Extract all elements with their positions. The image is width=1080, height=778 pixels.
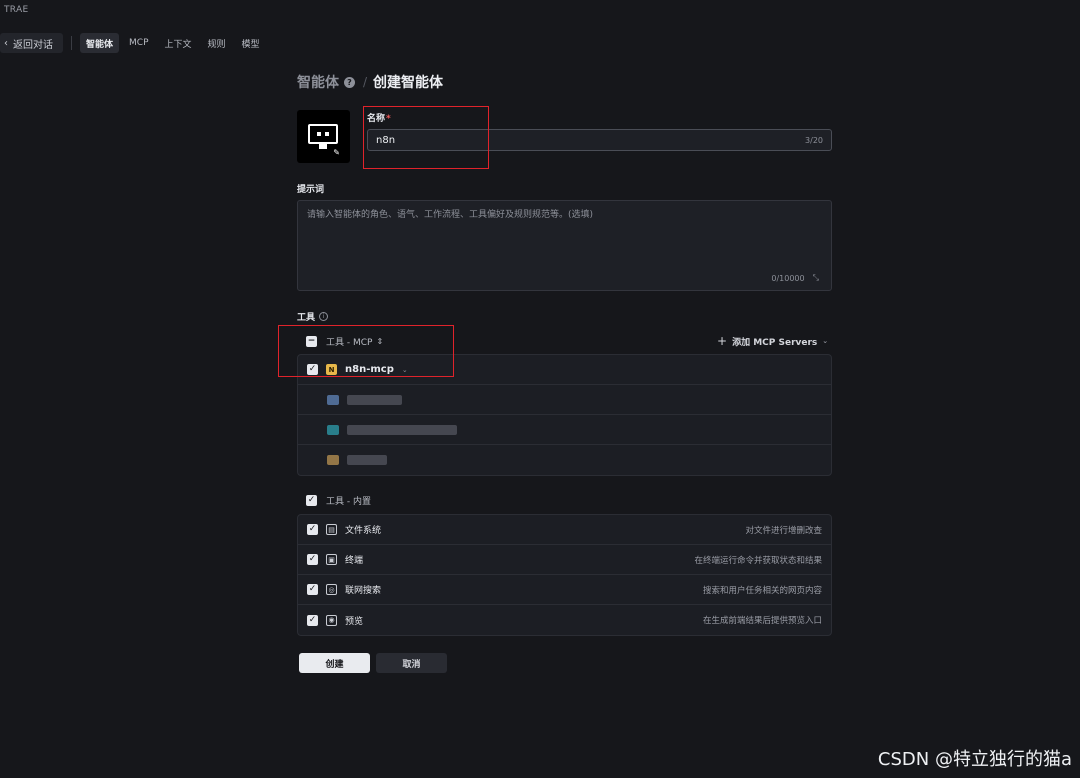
tool-name: 预览	[345, 616, 364, 627]
blurred-icon	[327, 424, 339, 435]
edit-icon: ✎	[333, 148, 340, 157]
back-label: 返回对话	[13, 39, 53, 51]
blurred-text	[347, 424, 457, 435]
tool-checkbox[interactable]: ✓	[307, 584, 318, 595]
tab-context[interactable]: 上下文	[159, 33, 198, 53]
nav-divider	[71, 36, 72, 50]
builtin-group-title: 工具 - 内置	[326, 497, 371, 507]
builtin-group-checkbox[interactable]: ✓	[306, 495, 317, 506]
tab-rules[interactable]: 规则	[202, 33, 232, 53]
prompt-placeholder: 请输入智能体的角色、语气、工作流程、工具偏好及规则规范等。(选填)	[307, 210, 594, 220]
tool-name: 终端	[345, 556, 364, 566]
tool-description: 对文件进行增删改查	[745, 525, 822, 536]
tab-models[interactable]: 模型	[236, 33, 266, 53]
blurred-text	[347, 394, 402, 405]
tool-description: 在生成前端结果后提供预览入口	[702, 616, 822, 626]
tab-agents[interactable]: 智能体	[80, 33, 120, 53]
list-item-blurred	[298, 385, 831, 415]
chevron-down-icon: ⌄	[822, 337, 829, 345]
tool-checkbox[interactable]: ✓	[307, 524, 318, 535]
cancel-button[interactable]: 取消	[376, 653, 447, 673]
blurred-text	[347, 455, 387, 465]
list-item[interactable]: ✓ ◎ 联网搜索 搜索和用户任务相关的网页内容	[298, 575, 831, 605]
list-item[interactable]: ✓ ▣ 终端 在终端运行命令并获取状态和结果	[298, 545, 831, 575]
file-icon: ▤	[326, 524, 337, 535]
app-brand: TRAE	[4, 5, 29, 15]
list-item-blurred	[298, 415, 831, 445]
builtin-tools-list: ✓ ▤ 文件系统 对文件进行增删改查 ✓ ▣ 终端 在终端运行命令并获取状态和结…	[297, 514, 832, 636]
tool-checkbox[interactable]: ✓	[307, 554, 318, 565]
robot-icon	[308, 124, 338, 144]
watermark: CSDN @特立独行的猫a	[877, 749, 1072, 770]
eye-icon: ◉	[326, 614, 337, 626]
page-title: 创建智能体	[373, 75, 444, 91]
list-item-blurred	[298, 445, 831, 475]
highlight-box-name	[363, 106, 489, 169]
top-nav: ‹ 返回对话 智能体 MCP 上下文 规则 模型	[0, 32, 270, 54]
chevron-left-icon: ‹	[4, 37, 8, 49]
breadcrumb-separator: /	[363, 75, 368, 89]
highlight-box-mcp	[278, 325, 454, 377]
create-button[interactable]: 创建	[299, 653, 370, 673]
expand-icon[interactable]: ⤡	[813, 273, 819, 283]
tool-checkbox[interactable]: ✓	[307, 614, 318, 626]
plus-icon: +	[717, 334, 728, 348]
breadcrumb-parent[interactable]: 智能体	[297, 72, 339, 92]
list-item[interactable]: ✓ ◉ 预览 在生成前端结果后提供预览入口	[298, 605, 831, 635]
blurred-icon	[327, 394, 339, 405]
breadcrumb: 智能体 ? / 创建智能体	[297, 72, 443, 92]
info-icon[interactable]: i	[319, 312, 329, 321]
builtin-group-header: ✓ 工具 - 内置	[306, 494, 371, 507]
back-to-chat-button[interactable]: ‹ 返回对话	[0, 33, 63, 53]
prompt-textarea[interactable]: 请输入智能体的角色、语气、工作流程、工具偏好及规则规范等。(选填) 0/1000…	[297, 200, 832, 291]
agent-avatar[interactable]: ✎	[297, 110, 350, 163]
tool-name: 文件系统	[345, 526, 382, 536]
help-icon[interactable]: ?	[344, 76, 355, 88]
tool-description: 在终端运行命令并获取状态和结果	[694, 555, 822, 566]
blurred-icon	[327, 455, 339, 465]
terminal-icon: ▣	[326, 554, 337, 565]
add-mcp-servers-button[interactable]: + 添加 MCP Servers ⌄	[717, 334, 828, 348]
prompt-label: 提示词	[297, 185, 325, 195]
globe-icon: ◎	[326, 584, 337, 595]
tab-mcp[interactable]: MCP	[123, 33, 154, 53]
prompt-counter: 0/10000	[771, 273, 805, 283]
tool-name: 联网搜索	[345, 586, 382, 596]
list-item[interactable]: ✓ ▤ 文件系统 对文件进行增删改查	[298, 515, 831, 545]
tools-label: 工具 i	[297, 310, 329, 323]
tool-description: 搜索和用户任务相关的网页内容	[702, 585, 822, 596]
name-counter: 3/20	[805, 135, 823, 145]
